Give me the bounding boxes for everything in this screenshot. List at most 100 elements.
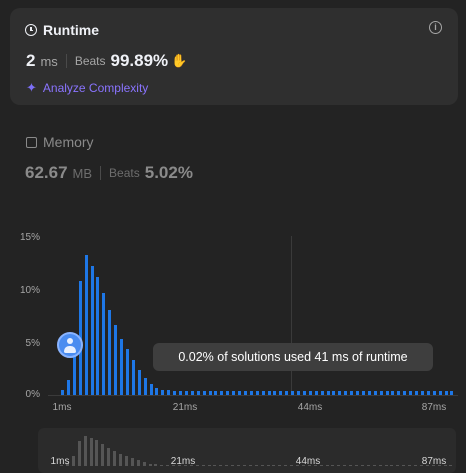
- clap-icon: ✋: [171, 53, 188, 68]
- histogram-bar[interactable]: [120, 338, 123, 395]
- histogram-bar[interactable]: [238, 390, 241, 395]
- grid-line: [291, 236, 292, 396]
- histogram-bar[interactable]: [96, 277, 100, 395]
- info-icon[interactable]: i: [429, 21, 442, 34]
- histogram-bar[interactable]: [161, 389, 165, 395]
- memory-beats-value: 5.02%: [144, 163, 193, 182]
- histogram-bar[interactable]: [61, 389, 64, 395]
- histogram-bar[interactable]: [326, 390, 330, 395]
- histogram-bar[interactable]: [155, 387, 159, 395]
- mini-bar: [408, 465, 412, 466]
- histogram-bar[interactable]: [114, 325, 118, 395]
- mini-bar: [95, 440, 99, 466]
- mini-bar: [325, 465, 329, 466]
- histogram-bar[interactable]: [143, 378, 147, 395]
- analyze-complexity-button[interactable]: ✦ Analyze Complexity: [26, 80, 148, 96]
- mini-bar: [254, 465, 258, 466]
- histogram-bar[interactable]: [279, 390, 283, 395]
- histogram-bar[interactable]: [361, 390, 365, 395]
- histogram-bar[interactable]: [350, 390, 354, 395]
- divider: [100, 166, 102, 180]
- histogram-bar[interactable]: [444, 390, 448, 395]
- histogram-bar[interactable]: [308, 390, 312, 395]
- mini-bar: [384, 465, 388, 466]
- histogram-bar[interactable]: [249, 390, 253, 395]
- memory-header[interactable]: Memory: [26, 134, 94, 150]
- histogram-bar[interactable]: [149, 384, 153, 395]
- mini-bar: [231, 465, 235, 466]
- histogram-bar[interactable]: [179, 390, 182, 395]
- histogram-bar[interactable]: [255, 390, 259, 395]
- histogram-bar[interactable]: [344, 390, 348, 395]
- histogram-bar[interactable]: [403, 390, 407, 395]
- histogram-bar[interactable]: [285, 390, 289, 395]
- runtime-beats-value: 99.89%: [110, 51, 169, 70]
- memory-unit: MB: [72, 165, 93, 181]
- histogram-bar[interactable]: [291, 390, 295, 395]
- histogram-bar[interactable]: [125, 349, 129, 395]
- clock-icon: [25, 24, 37, 36]
- histogram-bar[interactable]: [214, 390, 218, 395]
- histogram-bar[interactable]: [261, 390, 265, 395]
- histogram-bar[interactable]: [196, 390, 200, 395]
- histogram-bar[interactable]: [184, 390, 188, 395]
- histogram-bar[interactable]: [302, 390, 306, 395]
- histogram-bar[interactable]: [84, 255, 88, 395]
- histogram-bar[interactable]: [426, 390, 430, 395]
- chart-tooltip: 0.02% of solutions used 41 ms of runtime: [153, 343, 433, 371]
- histogram-bar[interactable]: [102, 293, 106, 395]
- histogram-bar[interactable]: [373, 390, 377, 395]
- mini-bar: [390, 465, 394, 466]
- histogram-bar[interactable]: [438, 390, 442, 395]
- histogram-bar[interactable]: [385, 390, 389, 395]
- y-tick-label: 15%: [19, 232, 40, 243]
- histogram-bar[interactable]: [267, 390, 271, 395]
- y-tick-label: 5%: [25, 338, 40, 349]
- histogram-bar[interactable]: [208, 390, 212, 395]
- histogram-bar[interactable]: [320, 390, 324, 395]
- histogram-bar[interactable]: [391, 390, 395, 395]
- runtime-card: Runtime i 2 ms Beats 99.89% ✋ ✦ Analyze …: [10, 8, 458, 105]
- mini-bar: [272, 465, 276, 466]
- histogram-bar[interactable]: [226, 390, 230, 395]
- histogram-bar[interactable]: [409, 390, 413, 395]
- histogram-bar[interactable]: [173, 390, 177, 395]
- user-avatar-marker[interactable]: [57, 332, 83, 358]
- histogram-bar[interactable]: [297, 390, 300, 395]
- histogram-bar[interactable]: [190, 390, 194, 395]
- histogram-bar[interactable]: [232, 390, 236, 395]
- histogram-bar[interactable]: [356, 390, 359, 395]
- runtime-value: 2: [26, 51, 36, 70]
- histogram-bar[interactable]: [66, 380, 70, 395]
- range-selector[interactable]: 1ms 21ms 44ms 87ms: [38, 428, 456, 473]
- histogram-bar[interactable]: [314, 390, 318, 395]
- histogram-bar[interactable]: [220, 390, 224, 395]
- mini-bar: [402, 465, 406, 466]
- histogram-bar[interactable]: [243, 390, 247, 395]
- mini-bar: [195, 465, 199, 466]
- x-tick-label: 44ms: [297, 402, 323, 413]
- mini-bar: [248, 465, 252, 466]
- x-tick-label: 87ms: [421, 402, 447, 413]
- histogram-bar[interactable]: [338, 390, 342, 395]
- histogram-bar[interactable]: [332, 390, 336, 395]
- histogram-bar[interactable]: [202, 390, 206, 395]
- histogram-bar[interactable]: [108, 310, 112, 395]
- histogram-bar[interactable]: [131, 360, 135, 395]
- memory-title: Memory: [43, 134, 94, 150]
- mini-bar: [119, 453, 122, 466]
- mini-x-tick-label: 87ms: [421, 456, 447, 467]
- histogram-bar[interactable]: [450, 390, 454, 395]
- mini-bar: [201, 465, 205, 466]
- histogram-bar[interactable]: [379, 390, 383, 395]
- histogram-bar[interactable]: [415, 390, 418, 395]
- histogram-bar[interactable]: [420, 390, 424, 395]
- histogram-bar[interactable]: [137, 369, 141, 395]
- histogram-bar[interactable]: [167, 390, 171, 395]
- histogram-bar[interactable]: [367, 390, 371, 395]
- histogram-bar[interactable]: [90, 265, 94, 395]
- histogram-bar[interactable]: [432, 390, 436, 395]
- histogram-bar[interactable]: [273, 390, 277, 395]
- mini-bar: [331, 465, 335, 466]
- histogram-bar[interactable]: [397, 390, 401, 395]
